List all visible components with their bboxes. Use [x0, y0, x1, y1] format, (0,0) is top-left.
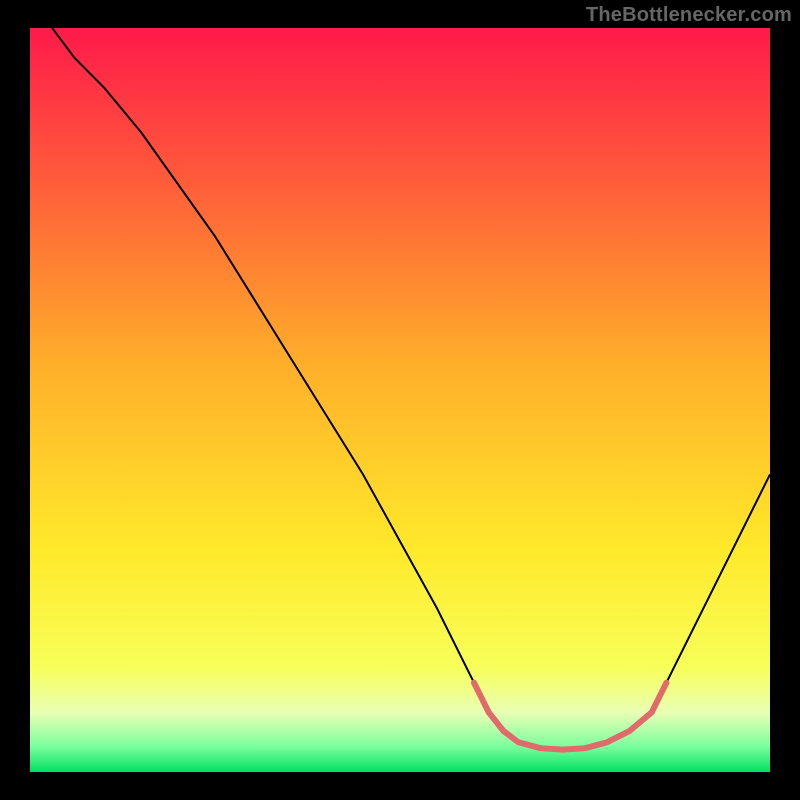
gradient-background	[30, 28, 770, 772]
chart-svg	[30, 28, 770, 772]
chart-frame: TheBottlenecker.com	[0, 0, 800, 800]
plot-area	[30, 28, 770, 772]
watermark-text: TheBottlenecker.com	[586, 4, 792, 27]
